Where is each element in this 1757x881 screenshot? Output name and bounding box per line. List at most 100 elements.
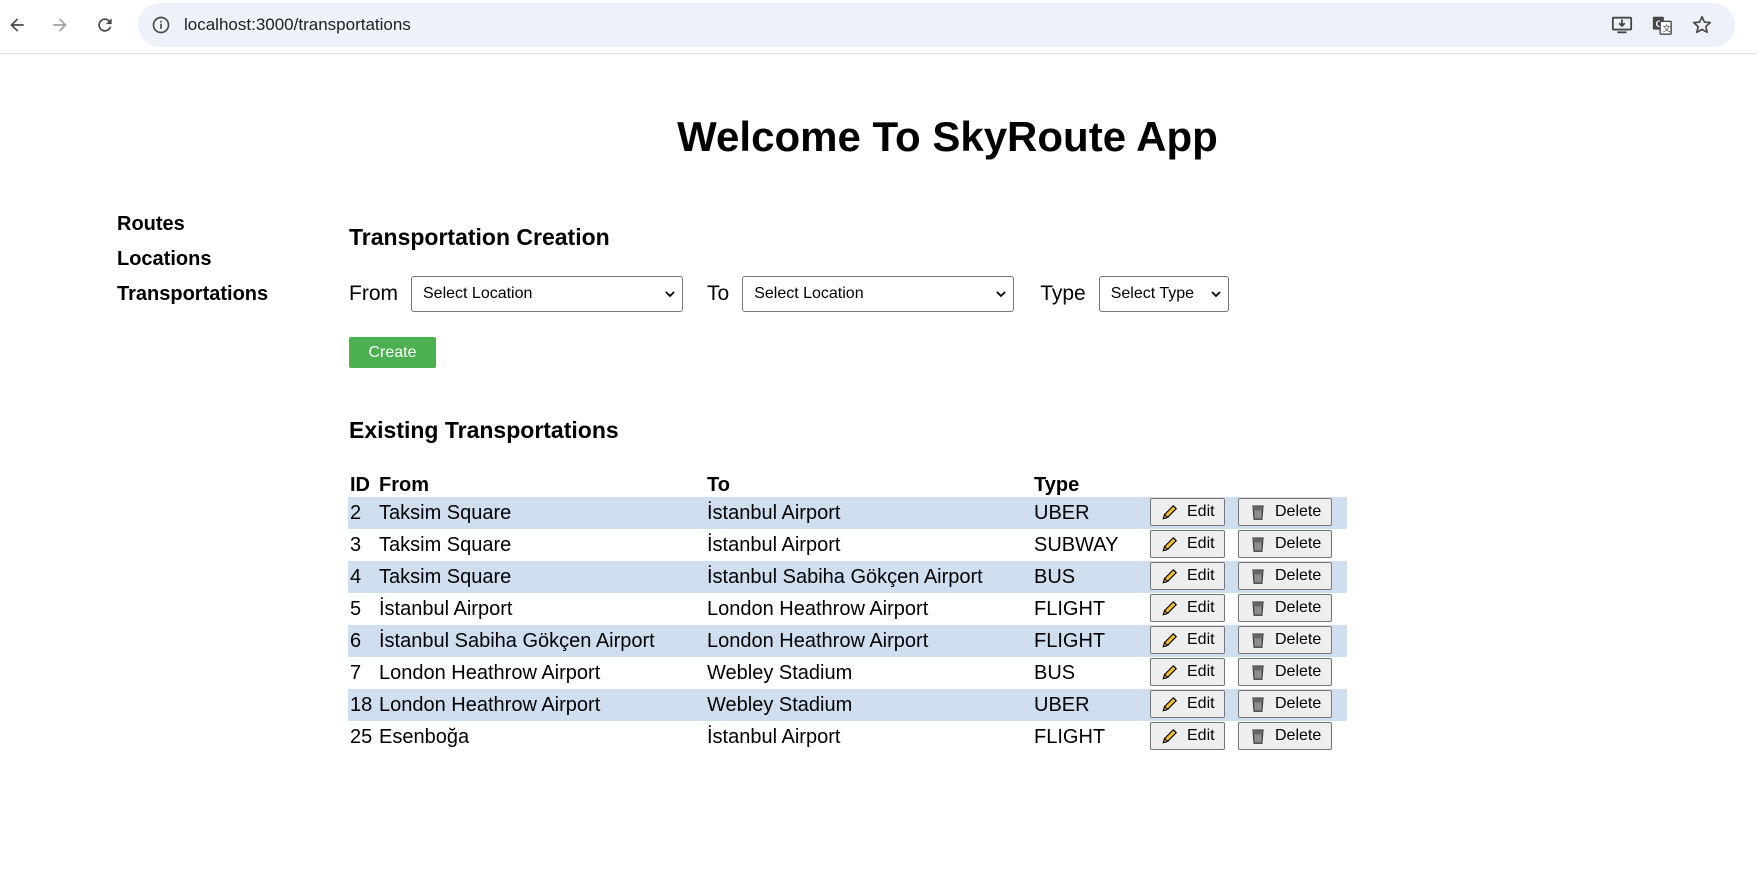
pencil-icon [1159, 565, 1181, 587]
cell-from: London Heathrow Airport [379, 661, 601, 684]
cell-edit: Edit [1148, 625, 1236, 657]
pencil-icon [1159, 693, 1181, 715]
type-label: Type [1040, 282, 1086, 305]
pencil-icon [1159, 661, 1181, 683]
edit-label: Edit [1187, 631, 1215, 648]
cell-from: Taksim Square [379, 533, 512, 556]
create-button[interactable]: Create [349, 337, 436, 368]
header-from: From [379, 474, 429, 496]
header-edit [1148, 469, 1236, 497]
site-info-icon[interactable] [150, 14, 172, 36]
creation-form: From Select Location To Select Location … [349, 276, 1229, 312]
delete-button[interactable]: Delete [1238, 530, 1332, 558]
edit-button[interactable]: Edit [1150, 690, 1225, 718]
chevron-down-icon [995, 277, 1007, 311]
delete-label: Delete [1275, 535, 1322, 552]
delete-label: Delete [1275, 503, 1322, 520]
from-select[interactable]: Select Location [411, 276, 683, 312]
sidebar-item-locations[interactable]: Locations [117, 246, 268, 281]
delete-button[interactable]: Delete [1238, 658, 1332, 686]
address-bar[interactable]: localhost:3000/transportations G文 [138, 3, 1735, 47]
delete-label: Delete [1275, 631, 1322, 648]
bookmark-star-icon[interactable] [1690, 13, 1714, 37]
forward-button[interactable] [43, 8, 77, 42]
cell-from: Esenboğa [379, 725, 470, 748]
edit-button[interactable]: Edit [1150, 562, 1225, 590]
delete-button[interactable]: Delete [1238, 498, 1332, 526]
edit-button[interactable]: Edit [1150, 530, 1225, 558]
edit-button[interactable]: Edit [1150, 498, 1225, 526]
reload-button[interactable] [88, 8, 122, 42]
sidebar-item-transportations[interactable]: Transportations [117, 281, 268, 316]
header-type: Type [1034, 474, 1080, 496]
cell-edit: Edit [1148, 561, 1236, 593]
arrow-left-icon [10, 18, 24, 32]
translate-icon[interactable]: G文 [1650, 13, 1674, 37]
cell-delete: Delete [1236, 625, 1347, 657]
cell-from: Taksim Square [377, 497, 705, 529]
delete-button[interactable]: Delete [1238, 722, 1332, 750]
from-select-value: Select Location [423, 285, 533, 302]
url-text[interactable]: localhost:3000/transportations [184, 3, 411, 47]
delete-button[interactable]: Delete [1238, 562, 1332, 590]
edit-label: Edit [1187, 663, 1215, 680]
cell-delete: Delete [1236, 721, 1347, 753]
type-select[interactable]: Select Type [1098, 276, 1229, 312]
cell-to: İstanbul Airport [705, 497, 1032, 529]
cell-to: Webley Stadium [705, 689, 1032, 721]
cell-delete: Delete [1236, 657, 1347, 689]
header-to: To [707, 474, 730, 496]
trash-icon [1247, 565, 1269, 587]
cell-type: BUS [1032, 561, 1148, 593]
cell-id: 3 [350, 533, 362, 556]
cell-edit: Edit [1148, 657, 1236, 689]
cell-type: BUS [1034, 661, 1076, 684]
pencil-icon [1159, 597, 1181, 619]
table-header-row: ID From To Type [348, 469, 1347, 497]
table-row: 6 İstanbul Sabiha Gökçen Airport London He… [348, 625, 1347, 657]
table-row: 4 Taksim Square İstanbul Sabiha Gökçen Air… [348, 561, 1347, 593]
edit-button[interactable]: Edit [1150, 658, 1225, 686]
cell-edit: Edit [1148, 497, 1236, 529]
cell-type: UBER [1032, 689, 1148, 721]
back-button[interactable] [0, 8, 34, 42]
cell-to: London Heathrow Airport [705, 625, 1032, 657]
edit-button[interactable]: Edit [1150, 722, 1225, 750]
cell-from: İstanbul Sabiha Gökçen Airport [377, 625, 705, 657]
cell-id: 6 [348, 625, 377, 657]
pencil-icon [1159, 629, 1181, 651]
edit-button[interactable]: Edit [1150, 626, 1225, 654]
cell-delete: Delete [1236, 593, 1347, 625]
header-delete [1236, 469, 1347, 497]
edit-label: Edit [1187, 503, 1215, 520]
chevron-down-icon [1210, 277, 1222, 311]
creation-section: Transportation Creation [349, 224, 610, 251]
edit-button[interactable]: Edit [1150, 594, 1225, 622]
to-select[interactable]: Select Location [742, 276, 1015, 312]
trash-icon [1247, 693, 1269, 715]
delete-label: Delete [1275, 695, 1322, 712]
sidebar-item-routes[interactable]: Routes [117, 211, 268, 246]
cell-id: 5 [350, 597, 362, 620]
install-app-icon[interactable] [1610, 13, 1634, 37]
delete-label: Delete [1275, 567, 1322, 584]
delete-button[interactable]: Delete [1238, 626, 1332, 654]
to-select-value: Select Location [754, 285, 864, 302]
delete-button[interactable]: Delete [1238, 594, 1332, 622]
delete-button[interactable]: Delete [1238, 690, 1332, 718]
trash-icon [1247, 629, 1269, 651]
cell-to: İstanbul Sabiha Gökçen Airport [705, 561, 1032, 593]
cell-to: Webley Stadium [707, 661, 853, 684]
cell-type: SUBWAY [1034, 533, 1119, 556]
cell-from: İstanbul Airport [379, 597, 513, 620]
cell-delete: Delete [1236, 497, 1347, 529]
cell-id: 7 [350, 661, 362, 684]
cell-id: 18 [348, 689, 377, 721]
creation-title: Transportation Creation [349, 224, 610, 250]
cell-delete: Delete [1236, 689, 1347, 721]
from-label: From [349, 282, 398, 305]
table-row: 3 Taksim Square İstanbul Airport SUBWAY Edit… [348, 529, 1347, 561]
pencil-icon [1159, 533, 1181, 555]
edit-label: Edit [1187, 535, 1215, 552]
svg-text:文: 文 [1662, 23, 1670, 33]
